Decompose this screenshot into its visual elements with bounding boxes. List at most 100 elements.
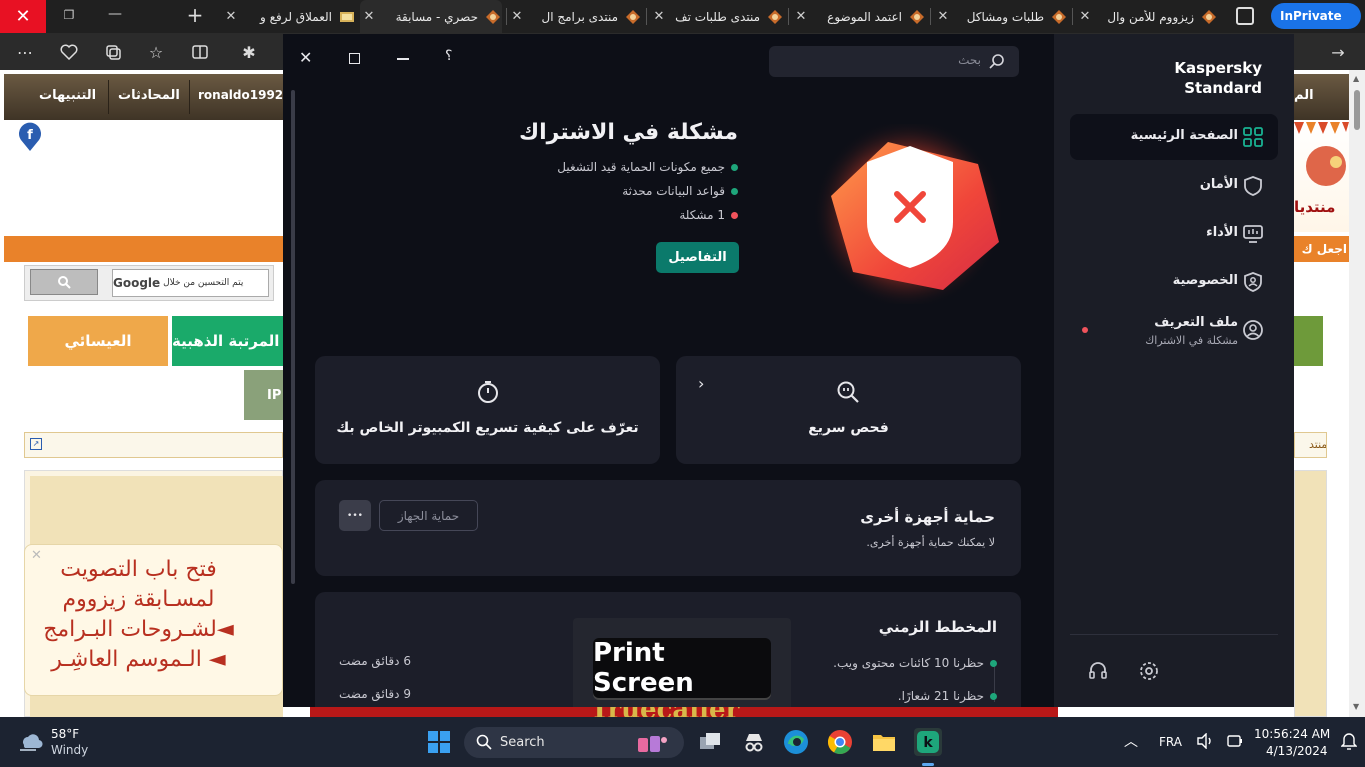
speed-up-card[interactable]: تعرّف على كيفية تسريع الكمبيوتر الخاص بك [315,356,660,464]
speaker-icon[interactable] [1196,732,1214,750]
other-devices-title: حماية أجهزة أخرى [860,508,995,526]
more-options-icon[interactable]: ⋯ [12,39,38,65]
browser-tab[interactable]: اعتمد الموضوع ✕ [792,0,926,33]
tab-close-icon[interactable]: ✕ [934,9,952,24]
settings-icon[interactable] [1138,660,1160,682]
edge-browser-icon[interactable] [782,728,810,756]
search-highlight-icon [634,732,670,754]
sidebar-item-security[interactable]: الأمان [1070,163,1278,209]
status-item: جميع مكونات الحماية قيد التشغيل [557,158,738,176]
main-scrollbar-thumb[interactable] [291,90,295,584]
quick-scan-label: فحص سريع [808,420,889,436]
protect-device-button[interactable]: حماية الجهاز [379,500,478,531]
tab-favicon [484,8,502,26]
sidebar-item-profile[interactable]: ملف التعريف مشكلة في الاشتراك [1070,307,1278,357]
tab-close-icon[interactable]: ✕ [360,9,378,24]
window-minimize-icon[interactable] [397,58,409,60]
support-headset-icon[interactable] [1087,660,1109,682]
restore-icon[interactable]: ❐ [60,8,78,26]
alerts-link[interactable]: التنبيهات [39,88,96,103]
sidebar-item-privacy[interactable]: الخصوصية [1070,259,1278,305]
incognito-app-icon[interactable] [740,728,768,756]
task-view-icon[interactable] [696,728,724,756]
tab-close-icon[interactable]: ✕ [508,9,526,24]
search-placeholder: بحث [958,53,981,67]
tab-close-icon[interactable]: ✕ [222,9,240,24]
status-ok-dot [731,187,738,195]
browser-tab[interactable]: منتدى طلبات تف ✕ [650,0,784,33]
active-app-indicator [922,763,934,766]
extensions-icon[interactable]: ✱ [236,39,262,65]
sidebar-item-home[interactable]: الصفحة الرئيسية [1070,114,1278,160]
facebook-icon[interactable]: f [18,122,42,152]
svg-text:k: k [923,735,933,751]
taskbar-search-box[interactable]: Search [464,727,684,758]
tab-favicon [624,8,642,26]
username-link[interactable]: ronaldo1992 [198,88,283,102]
inprivate-badge[interactable]: InPrivate [1271,3,1361,29]
browser-tab-bar: ✕ ❐ — + العملاق لرفع و ✕ حصري - مسابقة ✕… [0,0,1365,33]
conversations-link[interactable]: المحادثات [118,88,180,103]
kaspersky-taskbar-icon[interactable]: k [914,728,942,756]
browser-tab-active[interactable]: حصري - مسابقة ✕ [360,0,502,33]
forum-navbar: التنبيهات المحادثات ronaldo1992 [4,74,283,120]
browser-close-button[interactable]: ✕ [0,0,46,33]
scrollbar-thumb[interactable] [1354,90,1360,130]
input-language[interactable]: FRA [1159,735,1182,749]
minimize-icon[interactable]: — [106,6,124,24]
window-close-icon[interactable]: ✕ [299,48,315,67]
quick-scan-card[interactable]: › فحص سريع [676,356,1021,464]
tab-actions-icon[interactable] [1236,7,1254,25]
collections-icon[interactable] [100,39,126,65]
notification-bell-icon[interactable] [1340,731,1358,751]
tab-close-icon[interactable]: ✕ [650,9,668,24]
split-screen-icon[interactable] [187,39,213,65]
app-sidebar: Kaspersky Standard الصفحة الرئيسية الأما… [1054,34,1294,707]
announcement-close-icon[interactable]: ✕ [31,548,45,563]
window-maximize-icon[interactable] [349,53,360,64]
new-tab-button[interactable]: + [184,3,206,27]
file-explorer-icon[interactable] [870,728,898,756]
forum-right-post [1294,470,1327,717]
details-button[interactable]: التفاصيل [656,242,739,273]
forum-search-input[interactable]: يتم التحسين من خلال Google [112,269,269,297]
favorites-icon[interactable]: ☆ [143,39,169,65]
clock-time[interactable]: 10:56:24 AM [1254,727,1330,741]
external-link-icon[interactable]: ↗ [30,438,42,450]
clock-date[interactable]: 4/13/2024 [1266,744,1328,758]
brand-text: منتديا [1294,198,1336,216]
forum-nav-link[interactable]: الم [1294,88,1334,103]
profile-icon [1242,319,1264,341]
status-ok-dot [731,163,738,171]
tray-chevron-icon[interactable]: ︿ [1124,731,1138,751]
browser-tab[interactable]: زيزووم للأمن وال ✕ [1076,0,1218,33]
monitor-icon [1242,223,1264,245]
tab-close-icon[interactable]: ✕ [1076,9,1094,24]
help-icon[interactable]: ؟ [445,48,459,66]
scrollbar-up-arrow[interactable]: ▲ [1353,74,1359,83]
browser-tab[interactable]: منتدى برامج ال ✕ [508,0,642,33]
chevron-left-icon[interactable]: › [698,374,704,393]
timeline-event[interactable]: حظرنا 10 كائنات محتوى ويب. [833,654,997,672]
chrome-browser-icon[interactable] [826,728,854,756]
battery-icon[interactable] [1226,733,1244,749]
scrollbar-down-arrow[interactable]: ▼ [1353,702,1359,711]
other-devices-card: حماية أجهزة أخرى لا يمكنك حماية أجهزة أخ… [315,480,1021,576]
browser-tab[interactable]: طلبات ومشاكل ✕ [934,0,1068,33]
forum-search-button[interactable] [30,269,98,295]
browser-essentials-icon[interactable] [56,39,82,65]
weather-widget[interactable]: 58°F Windy [14,725,124,759]
page-scrollbar[interactable]: ▲ ▼ [1349,70,1365,717]
timeline-event[interactable]: حظرنا 21 شعارًا. [898,687,997,705]
scan-icon [836,380,860,404]
browser-tab[interactable]: العملاق لرفع و ✕ [222,0,356,33]
announcement-box: فتح باب التصويت لمسـابقة زيزووم ◄لشـروحا… [24,544,283,696]
timeline-time: 9 دقائق مضت [339,687,411,701]
app-search-box[interactable]: بحث [769,46,1019,77]
rank-badge-other: العيسائي [28,316,168,366]
more-options-button[interactable]: ••• [339,500,371,531]
tab-close-icon[interactable]: ✕ [792,9,810,24]
sidebar-item-performance[interactable]: الأداء [1070,211,1278,257]
forward-arrow-icon[interactable]: → [1325,39,1351,65]
start-button[interactable] [427,730,451,754]
